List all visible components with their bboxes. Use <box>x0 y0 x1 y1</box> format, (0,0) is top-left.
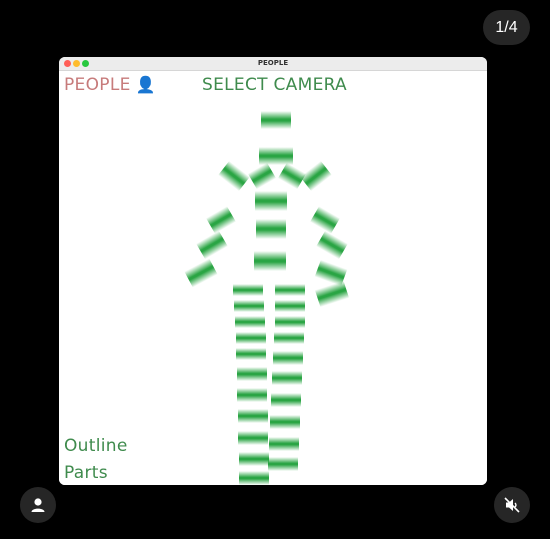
select-camera-button[interactable]: SELECT CAMERA <box>202 75 347 95</box>
canvas: PEOPLE 👤 SELECT CAMERA Outline Parts <box>59 71 487 485</box>
app-window: PEOPLE PEOPLE 👤 SELECT CAMERA Outline Pa… <box>59 57 487 485</box>
left-leg-part <box>233 284 269 485</box>
image-counter: 1/4 <box>483 10 530 45</box>
profile-button[interactable] <box>20 487 56 523</box>
parts-option[interactable]: Parts <box>64 463 108 483</box>
speaker-muted-icon <box>504 497 520 513</box>
body-stripe-figure <box>184 111 350 485</box>
right-leg-part <box>268 284 305 471</box>
head-part <box>259 111 293 165</box>
person-icon <box>31 498 45 512</box>
people-label-text: PEOPLE <box>64 75 131 95</box>
torso-part <box>254 191 287 271</box>
window-title: PEOPLE <box>257 59 289 67</box>
shoulder-part <box>218 160 332 192</box>
person-silhouette-icon: 👤 <box>135 75 156 94</box>
mute-toggle-button[interactable] <box>494 487 530 523</box>
people-label[interactable]: PEOPLE 👤 <box>64 75 156 95</box>
outline-option[interactable]: Outline <box>64 436 128 456</box>
title-bar: PEOPLE <box>59 57 487 71</box>
right-arm-part <box>310 206 350 308</box>
left-arm-part <box>184 206 236 288</box>
